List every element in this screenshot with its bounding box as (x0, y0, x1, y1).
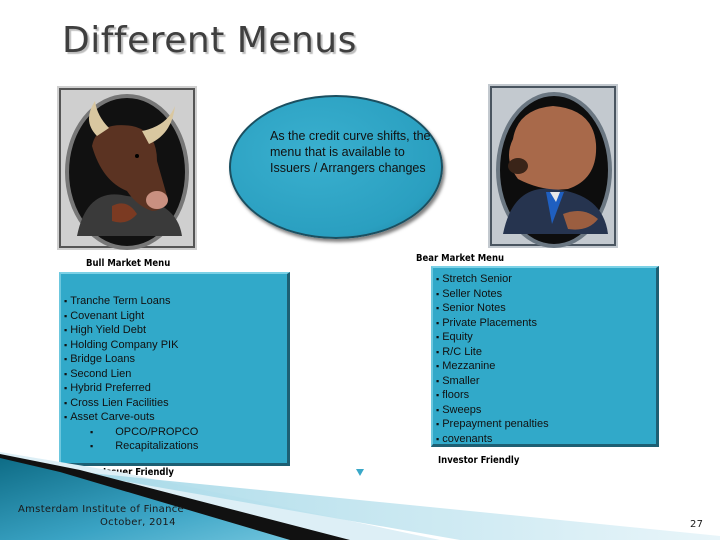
list-item: Private Placements (436, 316, 656, 331)
list-item: Prepayment penalties (436, 417, 656, 432)
list-item: Asset Carve-outs (64, 410, 287, 425)
bear-portrait-image (488, 84, 618, 248)
list-item: Tranche Term Loans (64, 294, 287, 309)
list-item: Sweeps (436, 403, 656, 418)
list-item: Stretch Senior (436, 272, 656, 287)
list-item: floors (436, 388, 656, 403)
list-item: Bridge Loans (64, 352, 287, 367)
bull-menu-label: Bull Market Menu (86, 258, 171, 269)
bull-portrait-image (57, 86, 197, 250)
list-item: Smaller (436, 374, 656, 389)
footer-date: October, 2014 (100, 517, 176, 528)
list-item: Second Lien (64, 367, 287, 382)
bear-illustration-icon (488, 84, 618, 248)
page-number: 27 (690, 519, 704, 530)
list-item: Cross Lien Facilities (64, 396, 287, 411)
footer-organization: Amsterdam Institute of Finance (18, 504, 184, 515)
callout-text: As the credit curve shifts, the menu tha… (270, 129, 431, 175)
list-item: Hybrid Preferred (64, 381, 287, 396)
list-item: Mezzanine (436, 359, 656, 374)
bear-menu-box: Stretch Senior Seller Notes Senior Notes… (431, 266, 659, 447)
list-item: High Yield Debt (64, 323, 287, 338)
slide-title: Different Menus (62, 20, 357, 61)
list-item: Equity (436, 330, 656, 345)
bear-menu-list: Stretch Senior Seller Notes Senior Notes… (436, 272, 656, 446)
bull-menu-list: Tranche Term Loans Covenant Light High Y… (64, 294, 287, 454)
list-item: R/C Lite (436, 345, 656, 360)
list-item: Seller Notes (436, 287, 656, 302)
list-item: Holding Company PIK (64, 338, 287, 353)
sub-list-item: OPCO/PROPCO (64, 425, 287, 440)
list-item: Covenant Light (64, 309, 287, 324)
bull-menu-box: Tranche Term Loans Covenant Light High Y… (59, 272, 290, 466)
bull-illustration-icon (57, 86, 197, 250)
list-item: Senior Notes (436, 301, 656, 316)
bear-menu-label: Bear Market Menu (416, 253, 505, 264)
